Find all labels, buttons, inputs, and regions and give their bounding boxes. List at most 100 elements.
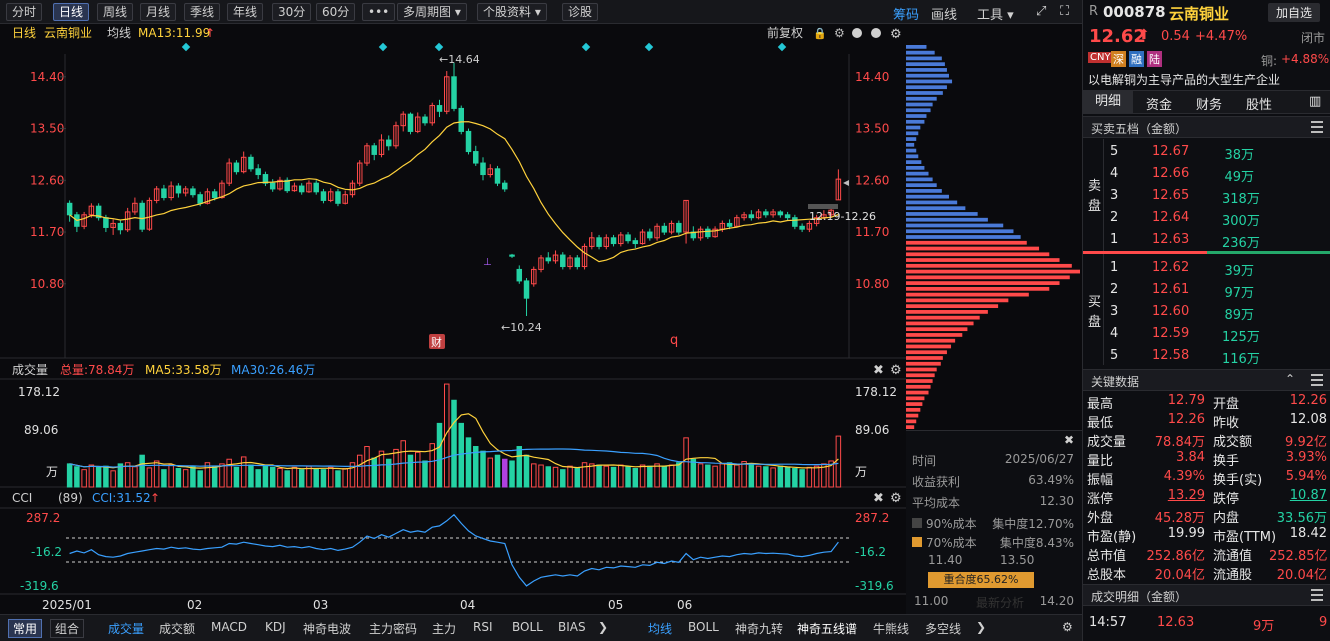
chevron-right-icon[interactable]: ❯ xyxy=(598,620,608,634)
key-label: 市盈(静) xyxy=(1087,530,1137,545)
tab-five-line[interactable]: 神奇五线谱 xyxy=(797,620,857,637)
tab-volume[interactable]: 成交量 xyxy=(108,620,144,637)
sell-row-1[interactable]: 1 12.63 236万 xyxy=(1104,229,1330,251)
volume-bar xyxy=(327,466,334,488)
key-value: 45.28万 xyxy=(1154,511,1205,526)
q-badge[interactable]: q xyxy=(670,333,678,348)
chevron-right-icon-2[interactable]: ❯ xyxy=(976,620,986,634)
period-tab-60min[interactable]: 60分 xyxy=(316,3,356,21)
period-tab-monthly[interactable]: 月线 xyxy=(140,3,177,21)
add-watchlist-button[interactable]: 加自选 xyxy=(1268,3,1321,22)
tab-kdj[interactable]: KDJ xyxy=(265,620,286,634)
cost-panel: ✖ 时间 2025/06/27 收益获利 63.49% 平均成本 12.30 9… xyxy=(906,430,1082,614)
chip-bar xyxy=(906,96,937,101)
tab-bias[interactable]: BIAS xyxy=(558,620,586,634)
tab-combo[interactable]: 组合 xyxy=(50,619,85,638)
key-collapse-icon[interactable]: ⌃ xyxy=(1285,372,1295,386)
buy-row-1[interactable]: 1 12.62 39万 xyxy=(1104,257,1330,279)
sell-row-5[interactable]: 5 12.67 38万 xyxy=(1104,141,1330,163)
key-data-menu-icon[interactable] xyxy=(1311,374,1323,386)
cci-settings-icon[interactable]: ⚙ xyxy=(890,491,902,506)
buy-row-5[interactable]: 5 12.58 116万 xyxy=(1104,345,1330,367)
candle-body xyxy=(465,130,472,153)
sell-row-4[interactable]: 4 12.66 49万 xyxy=(1104,163,1330,185)
order-book-header: 买卖五档（金额） xyxy=(1083,116,1330,138)
settings-small-icon[interactable]: ⚙ xyxy=(834,26,845,40)
diagnose-button[interactable]: 诊股 xyxy=(562,3,599,21)
volume-bar xyxy=(734,464,740,488)
period-tab-weekly[interactable]: 周线 xyxy=(97,3,134,21)
lock-icon[interactable]: 🔒 xyxy=(813,27,827,40)
sell-row-2[interactable]: 2 12.64 300万 xyxy=(1104,207,1330,229)
buy-row-2[interactable]: 2 12.61 97万 xyxy=(1104,279,1330,301)
key-label: 量比 xyxy=(1087,454,1114,469)
x-label-jun: 06 xyxy=(677,598,692,612)
chip-bar xyxy=(906,240,1027,245)
fuquan-button[interactable]: 前复权 xyxy=(767,25,803,40)
gear-icon[interactable]: ⚙ xyxy=(890,27,902,42)
multi-period-button[interactable]: 多周期图 ▾ xyxy=(397,3,467,21)
tab-finance[interactable]: 财务 xyxy=(1187,94,1231,113)
key-value: 4.39% xyxy=(1163,469,1205,484)
tab-fund[interactable]: 资金 xyxy=(1137,94,1181,113)
tab-character[interactable]: 股性 xyxy=(1237,94,1281,113)
more-periods-button[interactable]: ••• xyxy=(362,3,396,21)
volume-close-icon[interactable]: ✖ xyxy=(873,363,884,378)
candle-body xyxy=(516,268,523,282)
trade-detail-menu-icon[interactable] xyxy=(1311,589,1323,601)
event-markers[interactable] xyxy=(181,42,787,52)
tab-ma-overlay[interactable]: 均线 xyxy=(648,620,672,637)
tab-bull-bear[interactable]: 牛熊线 xyxy=(873,620,909,637)
price-tick-right: 12.60 xyxy=(855,173,889,187)
kline-chart[interactable]: 日线 云南铜业 均线 MA13:11.99 ↑ 前复权 🔒 ⚙ ⚙ 14.401… xyxy=(0,24,906,614)
avg-line-label[interactable]: 均线 xyxy=(107,26,131,40)
tab-long-short[interactable]: 多空线 xyxy=(925,620,961,637)
period-tab-30min[interactable]: 30分 xyxy=(272,3,312,21)
tab-boll-overlay[interactable]: BOLL xyxy=(688,620,719,634)
chip-bar xyxy=(906,315,980,320)
period-tab-quarterly[interactable]: 季线 xyxy=(184,3,221,21)
tab-common[interactable]: 常用 xyxy=(8,619,43,638)
period-tab-daily[interactable]: 日线 xyxy=(53,3,90,21)
tab-macd[interactable]: MACD xyxy=(211,620,247,634)
candle-body xyxy=(255,168,261,176)
key-label: 成交量 xyxy=(1087,435,1127,450)
buy-row-3[interactable]: 3 12.60 89万 xyxy=(1104,301,1330,323)
cci-tick-top-left: 287.2 xyxy=(26,511,60,525)
cci-close-icon[interactable]: ✖ xyxy=(873,491,884,506)
chip-bar xyxy=(906,189,942,193)
buy-row-4[interactable]: 4 12.59 125万 xyxy=(1104,323,1330,345)
sell-row-3[interactable]: 3 12.65 318万 xyxy=(1104,185,1330,207)
cost-close-icon[interactable]: ✖ xyxy=(1064,433,1074,447)
bottom-gear-icon[interactable]: ⚙ xyxy=(1062,620,1073,634)
chip-bar xyxy=(906,56,942,61)
expand-icon[interactable]: ⤢ xyxy=(1036,4,1046,19)
tab-amount[interactable]: 成交额 xyxy=(159,620,195,637)
period-tab-yearly[interactable]: 年线 xyxy=(227,3,264,21)
fullscreen-icon[interactable]: ⛶ xyxy=(1060,4,1069,19)
zoom-in-icon[interactable] xyxy=(852,28,862,38)
tab-magic-wave[interactable]: 神奇电波 xyxy=(303,620,351,637)
stock-code: 000878 xyxy=(1103,3,1166,21)
volume-settings-icon[interactable]: ⚙ xyxy=(890,363,902,378)
volume-bar xyxy=(458,422,465,488)
tab-main-code[interactable]: 主力密码 xyxy=(369,620,417,637)
tab-main[interactable]: 主力 xyxy=(432,620,456,637)
draw-line-button[interactable]: 画线 xyxy=(931,4,957,23)
tab-detail[interactable]: 明细 xyxy=(1083,91,1133,113)
chouma-button[interactable]: 筹码 xyxy=(893,4,919,23)
order-book-menu-icon[interactable] xyxy=(1311,121,1323,133)
zoom-out-icon[interactable] xyxy=(871,28,881,38)
sector-name[interactable]: 铜: xyxy=(1261,52,1277,69)
key-label: 成交额 xyxy=(1213,435,1253,450)
tools-button[interactable]: 工具 ▾ xyxy=(977,4,1014,23)
volume-bar xyxy=(480,450,486,488)
tab-nine-turn[interactable]: 神奇九转 xyxy=(735,620,783,637)
chip-bar xyxy=(906,281,1060,285)
candle-body xyxy=(792,217,798,227)
tab-panel-icon[interactable]: ▥ xyxy=(1309,94,1321,109)
period-tab-fenshi[interactable]: 分时 xyxy=(6,3,43,21)
tab-rsi[interactable]: RSI xyxy=(473,620,493,634)
tab-boll[interactable]: BOLL xyxy=(512,620,543,634)
stock-info-button[interactable]: 个股资料 ▾ xyxy=(477,3,547,21)
